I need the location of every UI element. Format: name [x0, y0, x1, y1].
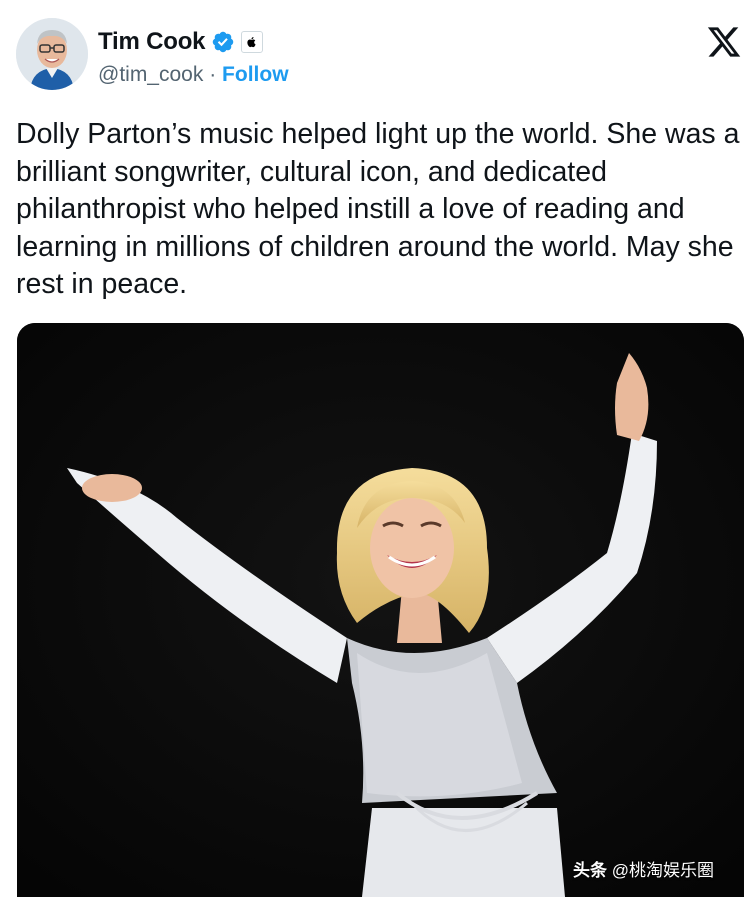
performer-photo	[17, 323, 744, 897]
watermark-brand: 头条	[573, 861, 607, 880]
x-logo-icon[interactable]	[706, 24, 742, 60]
tweet-text: Dolly Parton’s music helped light up the…	[16, 118, 740, 300]
apple-icon	[247, 37, 256, 48]
tweet-media[interactable]	[17, 323, 744, 897]
watermark: 头条 @桃淘娱乐圈	[573, 856, 714, 881]
avatar-image	[16, 18, 88, 90]
separator-dot: ·	[209, 63, 217, 86]
watermark-account: @桃淘娱乐圈	[611, 861, 714, 880]
verified-badge-icon	[213, 31, 234, 53]
author-name-row: Tim Cook	[98, 28, 264, 56]
author-handle-row: @tim_cook · Follow	[98, 63, 289, 87]
tweet-header: Tim Cook @tim_cook · Follow	[0, 0, 750, 110]
affiliation-badge[interactable]	[241, 31, 264, 53]
author-handle[interactable]: @tim_cook	[98, 63, 203, 86]
follow-button[interactable]: Follow	[222, 63, 289, 86]
avatar[interactable]	[16, 18, 88, 90]
author-name[interactable]: Tim Cook	[98, 28, 206, 56]
